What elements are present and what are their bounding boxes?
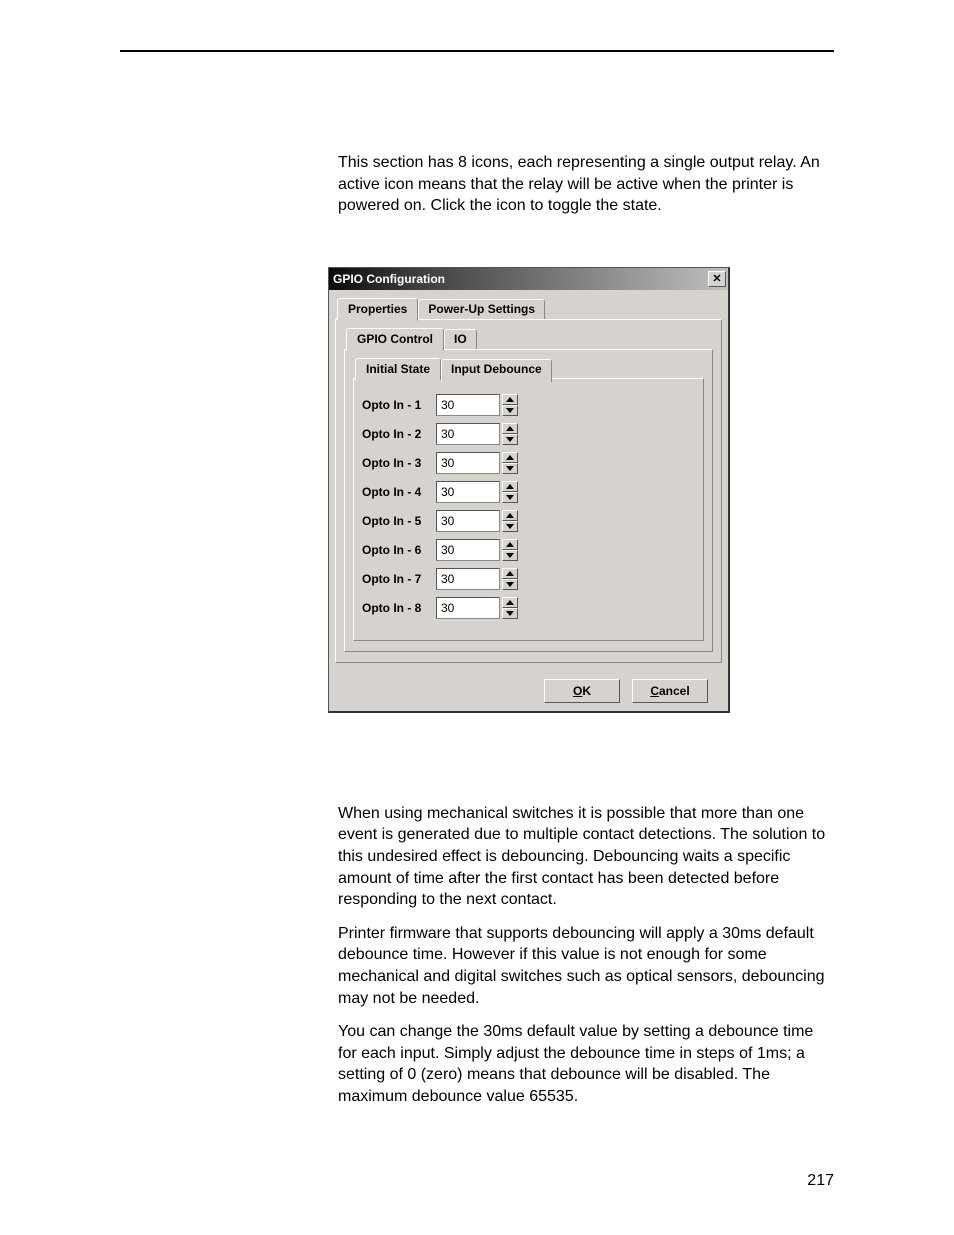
paragraph-3: Printer firmware that supports debouncin… xyxy=(338,923,834,1009)
spin-down-icon[interactable] xyxy=(502,463,518,474)
spin-up-icon[interactable] xyxy=(502,452,518,463)
close-icon: ✕ xyxy=(712,272,721,285)
spin-down-icon[interactable] xyxy=(502,521,518,532)
spin-up-icon[interactable] xyxy=(502,510,518,521)
opto-row-3: Opto In - 3 xyxy=(362,452,695,474)
opto-input-8[interactable] xyxy=(436,597,500,619)
paragraph-2: When using mechanical switches it is pos… xyxy=(338,803,834,911)
opto-label: Opto In - 2 xyxy=(362,427,436,441)
opto-label: Opto In - 1 xyxy=(362,398,436,412)
opto-row-4: Opto In - 4 xyxy=(362,481,695,503)
spin-down-icon[interactable] xyxy=(502,405,518,416)
spin-up-icon[interactable] xyxy=(502,423,518,434)
opto-label: Opto In - 6 xyxy=(362,543,436,557)
opto-label: Opto In - 4 xyxy=(362,485,436,499)
spin-up-icon[interactable] xyxy=(502,568,518,579)
spin-down-icon[interactable] xyxy=(502,434,518,445)
paragraph-4: You can change the 30ms default value by… xyxy=(338,1021,834,1107)
tab-row-1: Properties Power-Up Settings xyxy=(337,296,722,319)
spin-up-icon[interactable] xyxy=(502,597,518,608)
dialog-title: GPIO Configuration xyxy=(333,272,445,286)
cancel-button[interactable]: Cancel xyxy=(632,679,708,703)
tab-gpio-control[interactable]: GPIO Control xyxy=(346,328,444,351)
close-button[interactable]: ✕ xyxy=(708,271,726,287)
opto-input-7[interactable] xyxy=(436,568,500,590)
opto-input-4[interactable] xyxy=(436,481,500,503)
opto-row-7: Opto In - 7 xyxy=(362,568,695,590)
opto-label: Opto In - 7 xyxy=(362,572,436,586)
opto-row-6: Opto In - 6 xyxy=(362,539,695,561)
spin-down-icon[interactable] xyxy=(502,492,518,503)
opto-row-2: Opto In - 2 xyxy=(362,423,695,445)
ok-rest: K xyxy=(582,684,591,698)
spin-up-icon[interactable] xyxy=(502,539,518,550)
spin-down-icon[interactable] xyxy=(502,550,518,561)
ok-button[interactable]: OK xyxy=(544,679,620,703)
tab-row-2: GPIO Control IO xyxy=(346,326,713,349)
opto-label: Opto In - 3 xyxy=(362,456,436,470)
tab-initial-state[interactable]: Initial State xyxy=(355,358,441,381)
opto-input-6[interactable] xyxy=(436,539,500,561)
dialog-titlebar: GPIO Configuration ✕ xyxy=(329,268,728,290)
spin-up-icon[interactable] xyxy=(502,394,518,405)
opto-row-1: Opto In - 1 xyxy=(362,394,695,416)
intro-paragraph: This section has 8 icons, each represent… xyxy=(338,152,834,217)
opto-label: Opto In - 5 xyxy=(362,514,436,528)
tab-row-3: Initial State Input Debounce xyxy=(355,356,704,379)
horizontal-rule xyxy=(120,50,834,52)
cancel-rest: ancel xyxy=(659,684,690,698)
opto-input-5[interactable] xyxy=(436,510,500,532)
opto-input-2[interactable] xyxy=(436,423,500,445)
gpio-configuration-dialog: GPIO Configuration ✕ Properties Power-Up… xyxy=(328,267,730,713)
opto-label: Opto In - 8 xyxy=(362,601,436,615)
debounce-panel: Opto In - 1 Opto In - 2 xyxy=(353,378,704,641)
spin-down-icon[interactable] xyxy=(502,579,518,590)
tab-properties[interactable]: Properties xyxy=(337,298,418,321)
opto-row-8: Opto In - 8 xyxy=(362,597,695,619)
opto-row-5: Opto In - 5 xyxy=(362,510,695,532)
opto-input-1[interactable] xyxy=(436,394,500,416)
page-number: 217 xyxy=(807,1172,834,1190)
spin-up-icon[interactable] xyxy=(502,481,518,492)
spin-down-icon[interactable] xyxy=(502,608,518,619)
tab-input-debounce[interactable]: Input Debounce xyxy=(441,359,552,382)
opto-input-3[interactable] xyxy=(436,452,500,474)
